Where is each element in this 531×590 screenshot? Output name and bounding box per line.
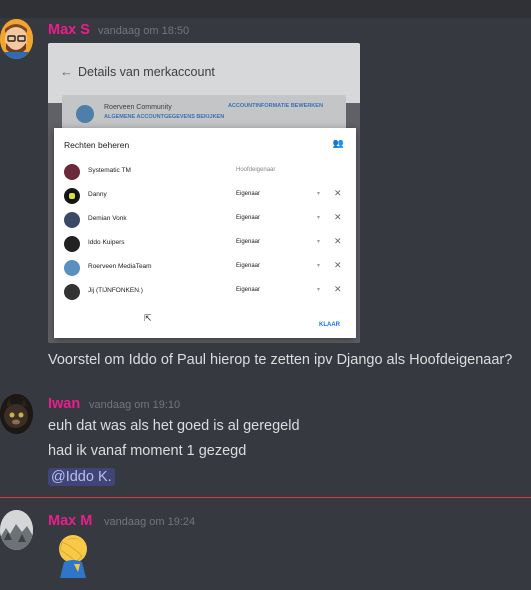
- permission-row: Roerveen MediaTeam Eigenaar ▾ ✕: [54, 257, 356, 281]
- close-icon: ✕: [334, 260, 342, 270]
- user-mention[interactable]: @Iddo K.: [48, 468, 115, 486]
- avatar-image: [0, 394, 33, 434]
- message-text: had ik vanaf moment 1 gezegd: [48, 443, 247, 459]
- close-icon: ✕: [334, 284, 342, 294]
- user-name: Iddo Kuipers: [88, 239, 125, 246]
- face-palm-emoji: [59, 535, 87, 578]
- username[interactable]: Max M: [48, 513, 92, 529]
- close-icon: ✕: [334, 212, 342, 222]
- chevron-down-icon: ▾: [317, 263, 321, 269]
- back-arrow-icon: ←: [60, 64, 73, 79]
- chevron-down-icon: ▾: [317, 191, 321, 197]
- user-name: Systematic TM: [88, 167, 131, 174]
- avatar-image: [0, 510, 33, 550]
- user-role: Eigenaar: [236, 215, 261, 221]
- chevron-down-icon: ▾: [317, 239, 321, 245]
- chevron-down-icon: ▾: [317, 287, 321, 293]
- user-avatar: [64, 188, 80, 204]
- user-role: Hoofdeigenaar: [236, 167, 276, 173]
- permissions-dialog: Rechten beheren 👥 Systematic TM Hoofdeig…: [54, 128, 356, 338]
- user-role: Eigenaar: [236, 263, 261, 269]
- avatar[interactable]: [0, 394, 33, 434]
- user-role: Eigenaar: [236, 287, 261, 293]
- permission-row: Systematic TM Hoofdeigenaar: [54, 161, 356, 185]
- username[interactable]: Max S: [48, 22, 90, 38]
- dialog-title: Rechten beheren: [64, 140, 130, 150]
- attachment-header: ← Details van merkaccount: [48, 43, 360, 103]
- username[interactable]: Iwan: [48, 396, 80, 412]
- permission-row: Jij (TIJNFONKEN.) Eigenaar ▾ ✕: [54, 281, 356, 305]
- timestamp: vandaag om 18:50: [98, 25, 190, 37]
- timestamp: vandaag om 19:10: [89, 399, 181, 411]
- add-person-icon: 👥: [332, 138, 344, 148]
- message-text: euh dat was als het goed is al geregeld: [48, 418, 300, 434]
- attachment-title: Details van merkaccount: [78, 65, 215, 79]
- permission-row: Danny Eigenaar ▾ ✕: [54, 185, 356, 209]
- user-role: Eigenaar: [236, 191, 261, 197]
- user-name: Demian Vonk: [88, 215, 127, 222]
- user-name: Jij (TIJNFONKEN.): [88, 287, 143, 294]
- user-avatar: [64, 260, 80, 276]
- done-button: KLAAR: [319, 322, 340, 328]
- user-name: Roerveen MediaTeam: [88, 263, 152, 270]
- account-link: ALGEMENE ACCOUNTGEGEVENS BEKIJKEN: [104, 114, 225, 120]
- account-name: Roerveen Community: [104, 104, 172, 111]
- avatar-image: [0, 19, 33, 59]
- avatar[interactable]: [0, 19, 33, 59]
- user-role: Eigenaar: [236, 239, 261, 245]
- user-avatar: [64, 284, 80, 300]
- user-avatar: [64, 212, 80, 228]
- user-avatar: [64, 164, 80, 180]
- account-card: Roerveen Community ALGEMENE ACCOUNTGEGEV…: [62, 95, 346, 129]
- cursor-icon: ⇱: [144, 313, 152, 323]
- close-icon: ✕: [334, 236, 342, 246]
- avatar[interactable]: [0, 510, 33, 550]
- permission-row: Iddo Kuipers Eigenaar ▾ ✕: [54, 233, 356, 257]
- message-text: Voorstel om Iddo of Paul hierop te zette…: [48, 352, 513, 368]
- attachment-image[interactable]: ← Details van merkaccount Roerveen Commu…: [48, 43, 360, 343]
- timestamp: vandaag om 19:24: [104, 516, 196, 528]
- previous-message-area: [0, 0, 531, 18]
- edit-account-link: ACCOUNTINFORMATIE BEWERKEN: [228, 103, 323, 109]
- account-logo-icon: [76, 105, 94, 123]
- user-name: Danny: [88, 191, 107, 198]
- close-icon: ✕: [334, 188, 342, 198]
- user-avatar: [64, 236, 80, 252]
- permission-row: Demian Vonk Eigenaar ▾ ✕: [54, 209, 356, 233]
- chevron-down-icon: ▾: [317, 215, 321, 221]
- new-messages-divider: [0, 497, 531, 498]
